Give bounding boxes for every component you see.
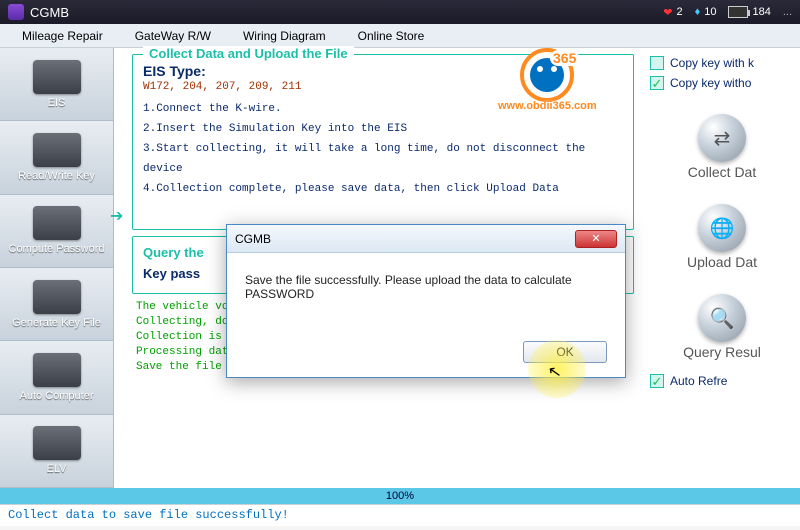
diamond-stat: ♦ 10 <box>695 6 717 18</box>
sidebar-item-label: ELV <box>47 463 67 475</box>
diamond-icon: ♦ <box>695 6 701 18</box>
search-icon: 🔍 <box>698 294 746 342</box>
heart-stat: ❤ 2 <box>663 6 682 19</box>
checkbox-checked-icon[interactable]: ✓ <box>650 76 664 90</box>
compute-icon <box>33 206 81 240</box>
auto-refresh-row[interactable]: ✓ Auto Refre <box>650 374 794 388</box>
dialog-ok-button[interactable]: OK <box>523 341 607 363</box>
steps-block: 1.Connect the K-wire. 2.Insert the Simul… <box>143 99 623 199</box>
title-bar: CGMB ❤ 2 ♦ 10 184 ... <box>0 0 800 24</box>
step-line: 3.Start collecting, it will take a long … <box>143 139 623 179</box>
heart-icon: ❤ <box>663 6 672 19</box>
menu-bar: Mileage Repair GateWay R/W Wiring Diagra… <box>0 24 800 48</box>
step-line: 2.Insert the Simulation Key into the EIS <box>143 119 623 139</box>
upload-data-label: Upload Dat <box>687 254 757 270</box>
upload-data-button[interactable]: 🌐 Upload Dat <box>650 204 794 270</box>
sidebar-item-label: EIS <box>48 97 66 109</box>
usb-icon: ⇄ <box>698 114 746 162</box>
copy-with-label: Copy key with k <box>670 56 754 70</box>
sidebar: EIS Read/Write Key Compute Password Gene… <box>0 48 114 488</box>
sidebar-item-label: Generate Key File <box>12 317 101 329</box>
battery-value: 184 <box>752 6 770 18</box>
dialog-footer: OK <box>227 333 625 377</box>
sidebar-item-label: Compute Password <box>9 243 105 255</box>
app-title: CGMB <box>30 5 651 20</box>
sidebar-item-auto-computer[interactable]: Auto Computer <box>0 341 113 414</box>
step-marker-arrow-icon: ➔ <box>110 206 123 226</box>
copy-key-with-row[interactable]: Copy key with k <box>650 56 794 70</box>
status-bar: Collect data to save file successfully! <box>0 504 800 526</box>
menu-wiring-diagram[interactable]: Wiring Diagram <box>227 26 342 46</box>
eis-type-values: W172, 204, 207, 209, 211 <box>143 81 623 93</box>
collect-data-label: Collect Dat <box>688 164 756 180</box>
query-result-label: Query Resul <box>683 344 761 360</box>
menu-gateway-rw[interactable]: GateWay R/W <box>119 26 227 46</box>
progress-bar: 100% <box>0 488 800 504</box>
copy-without-label: Copy key witho <box>670 76 751 90</box>
checkbox-checked-icon[interactable]: ✓ <box>650 374 664 388</box>
dialog-message: Save the file successfully. Please uploa… <box>227 253 625 333</box>
progress-text: 100% <box>386 490 414 502</box>
diamond-count: 10 <box>704 6 716 18</box>
right-panel: Copy key with k ✓ Copy key witho ⇄ Colle… <box>644 48 800 488</box>
menu-online-store[interactable]: Online Store <box>342 26 441 46</box>
sidebar-item-generate-key-file[interactable]: Generate Key File <box>0 268 113 341</box>
battery-icon <box>728 6 748 18</box>
auto-refresh-label: Auto Refre <box>670 374 727 388</box>
heart-count: 2 <box>676 6 682 18</box>
sidebar-item-label: Read/Write Key <box>18 170 95 182</box>
menu-mileage-repair[interactable]: Mileage Repair <box>6 26 119 46</box>
checkbox-unchecked-icon[interactable] <box>650 56 664 70</box>
close-icon: ✕ <box>591 232 600 245</box>
globe-icon: 🌐 <box>698 204 746 252</box>
sidebar-item-compute-password[interactable]: Compute Password <box>0 195 113 268</box>
sidebar-item-label: Auto Computer <box>20 390 94 402</box>
copy-key-without-row[interactable]: ✓ Copy key witho <box>650 76 794 90</box>
save-success-dialog: CGMB ✕ Save the file successfully. Pleas… <box>226 224 626 378</box>
key-icon <box>33 133 81 167</box>
eis-icon <box>33 60 81 94</box>
dialog-title: CGMB <box>235 232 575 246</box>
overflow-stat: ... <box>783 6 792 18</box>
ecu-icon <box>33 353 81 387</box>
sidebar-item-eis[interactable]: EIS <box>0 48 113 121</box>
query-result-button[interactable]: 🔍 Query Resul <box>650 294 794 360</box>
dialog-titlebar[interactable]: CGMB ✕ <box>227 225 625 253</box>
sidebar-item-read-write-key[interactable]: Read/Write Key <box>0 121 113 194</box>
step-line: 4.Collection complete, please save data,… <box>143 179 623 199</box>
battery-stat: 184 <box>728 6 770 18</box>
file-icon <box>33 280 81 314</box>
app-logo-icon <box>8 4 24 20</box>
collect-data-button[interactable]: ⇄ Collect Dat <box>650 114 794 180</box>
collect-fieldset: Collect Data and Upload the File EIS Typ… <box>132 54 634 230</box>
sidebar-item-elv[interactable]: ELV <box>0 415 113 488</box>
collect-legend: Collect Data and Upload the File <box>143 46 354 61</box>
dialog-close-button[interactable]: ✕ <box>575 230 617 248</box>
elv-icon <box>33 426 81 460</box>
step-line: 1.Connect the K-wire. <box>143 99 623 119</box>
eis-type-label: EIS Type: <box>143 63 623 79</box>
